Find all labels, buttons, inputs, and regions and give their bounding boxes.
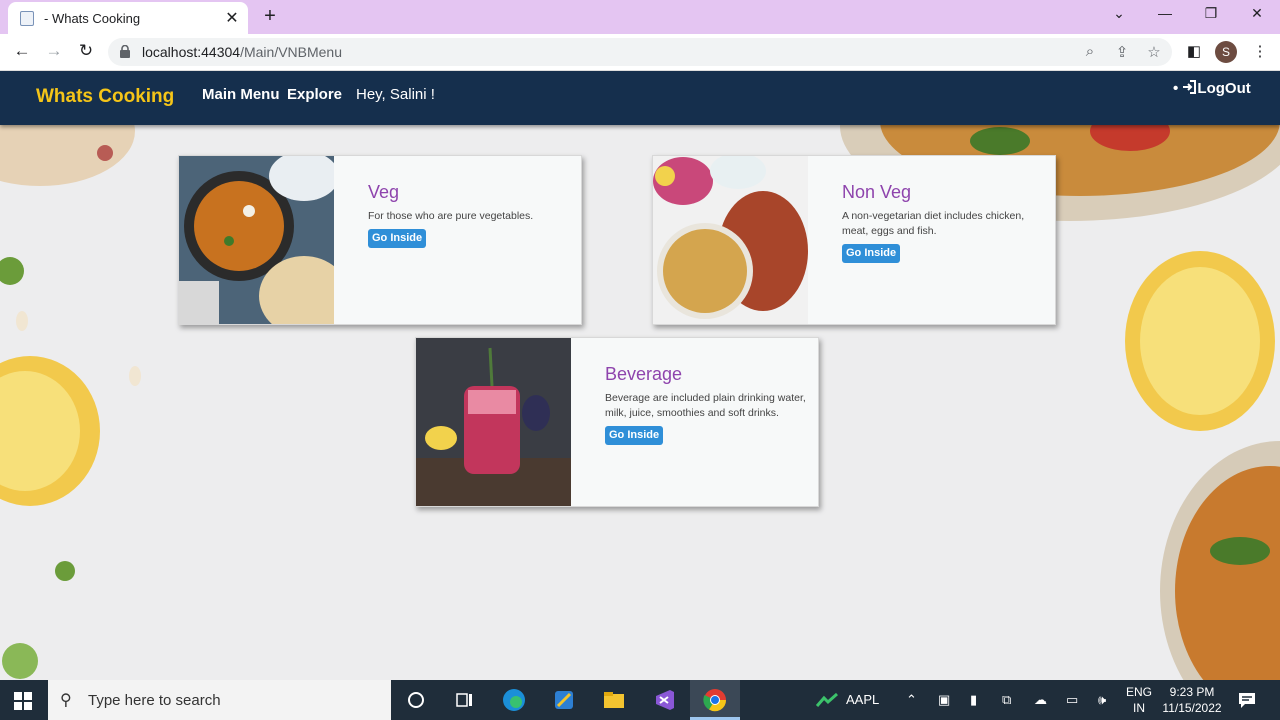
battery-icon[interactable]: ▭ [1066,692,1078,708]
user-greeting: Hey, Salini ! [356,86,435,103]
lock-icon [120,45,130,58]
browser-tab[interactable]: - Whats Cooking ✕ [8,2,248,34]
side-panel-icon[interactable]: ◧ [1184,42,1204,60]
minimize-icon[interactable]: — [1150,5,1180,21]
card-title: Non Veg [842,182,912,202]
veg-curry-image [179,156,334,324]
card-description: Beverage are included plain drinking wat… [605,392,806,419]
go-inside-button-non-veg[interactable]: Go Inside [842,244,901,263]
close-window-icon[interactable]: ✕ [1242,5,1272,22]
notification-center-icon[interactable] [1238,691,1256,709]
url-text: localhost:44304/Main/VNBMenu [142,44,342,60]
restore-icon[interactable]: ❐ [1196,5,1226,22]
microphone-icon[interactable]: ▮ [970,692,977,708]
stock-trend-icon[interactable] [816,692,838,708]
card-title: Beverage [605,364,683,384]
system-clock[interactable]: 9:23 PM 11/15/2022 [1160,684,1224,716]
menu-dots-icon[interactable]: ⋮ [1250,42,1270,60]
bookmark-star-icon[interactable]: ☆ [1144,43,1164,61]
chrome-icon [703,689,727,712]
menu-card-veg: Veg For those who are pure vegetables. G… [178,155,582,325]
task-view-icon[interactable] [450,686,478,714]
zoom-icon[interactable]: ⌕ [1080,43,1100,60]
visual-studio-icon[interactable] [650,686,678,714]
lang-line1: ENG [1126,685,1153,699]
nav-main-menu[interactable]: Main Menu [202,86,280,103]
search-placeholder: Type here to search [88,692,221,709]
card-description: For those who are pure vegetables. [368,210,534,222]
beverage-drink-image [416,338,571,506]
browser-toolbar: ← → ↻ localhost:44304/Main/VNBMenu ⌕ ⇪ ☆… [0,34,1280,71]
card-title: Veg [368,182,400,202]
go-inside-button-veg[interactable]: Go Inside [368,229,427,248]
windows-start-icon[interactable] [14,692,32,710]
reload-icon[interactable]: ↻ [74,41,98,61]
onedrive-cloud-icon[interactable]: ☁ [1034,692,1047,708]
page-favicon-icon [20,11,34,26]
page-viewport: Whats Cooking Main Menu Explore Hey, Sal… [0,71,1280,680]
cortana-icon[interactable] [402,686,430,714]
url-host: localhost:44304 [142,44,241,60]
tray-chevron-icon[interactable]: ⌃ [906,692,917,708]
non-veg-chicken-image [653,156,808,324]
logout-icon [1183,80,1197,94]
back-icon[interactable]: ← [10,41,34,61]
file-explorer-icon[interactable] [600,686,628,714]
windows-taskbar: ⚲ Type here to search AAPL ⌃ ▣ ▮ ⧉ ☁ ▭ 🕪… [0,680,1280,720]
url-path: /Main/VNBMenu [240,44,343,60]
card-description: A non-vegetarian diet includes chicken, … [842,210,1025,237]
logout-label: LogOut [1197,80,1251,97]
close-tab-icon[interactable]: ✕ [222,8,242,28]
menu-card-non-veg: Non Veg A non-vegetarian diet includes c… [652,155,1056,325]
clock-date: 11/15/2022 [1162,701,1222,715]
go-inside-button-beverage[interactable]: Go Inside [605,426,664,445]
browser-tab-strip: - Whats Cooking ✕ + ⌄ — ❐ ✕ [0,0,1280,34]
lang-line2: IN [1133,701,1145,715]
share-icon[interactable]: ⇪ [1112,43,1132,61]
screen-capture-icon[interactable]: ⧉ [1002,692,1011,708]
nav-explore[interactable]: Explore [287,86,342,103]
menu-card-beverage: Beverage Beverage are included plain dri… [415,337,819,507]
search-icon: ⚲ [60,692,72,709]
site-navbar: Whats Cooking Main Menu Explore Hey, Sal… [0,71,1280,125]
volume-icon[interactable]: 🕪 [1098,692,1106,708]
stock-ticker[interactable]: AAPL [846,692,879,707]
clock-time: 9:23 PM [1169,685,1215,699]
address-bar[interactable]: localhost:44304/Main/VNBMenu ⌕ ⇪ ☆ [108,38,1172,66]
new-tab-icon[interactable]: + [260,5,280,28]
profile-avatar[interactable]: S [1215,41,1237,63]
logout-link[interactable]: • LogOut [1173,80,1251,97]
forward-icon[interactable]: → [42,41,66,61]
tab-title: - Whats Cooking [44,11,141,26]
taskbar-search-box[interactable]: ⚲ Type here to search [48,680,391,720]
language-indicator[interactable]: ENG IN [1126,684,1152,716]
snipping-tool-icon[interactable] [550,686,578,714]
chrome-active-taskbar-item[interactable] [690,680,740,720]
site-brand[interactable]: Whats Cooking [36,86,174,108]
tab-search-chevron-icon[interactable]: ⌄ [1104,5,1134,22]
meet-now-icon[interactable]: ▣ [938,692,950,708]
edge-icon[interactable] [500,686,528,714]
